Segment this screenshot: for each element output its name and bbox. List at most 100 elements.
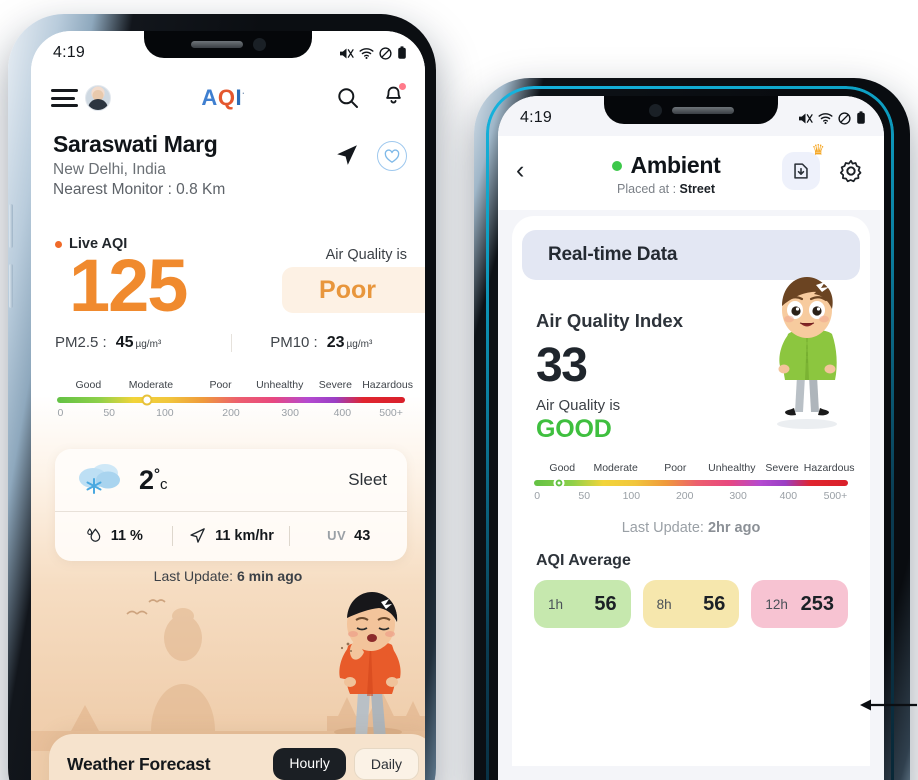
weather-card-metrics: 11 % 11 km/hr UV 43 xyxy=(55,511,407,559)
section-gap xyxy=(512,766,870,780)
notification-badge-dot xyxy=(399,82,406,90)
uv-metric: UV 43 xyxy=(290,528,407,544)
device-header: ‹ Ambient Placed at : Street ♛ xyxy=(498,136,884,210)
aqi-scale-labels: Good Moderate Poor Unhealthy Severe Haza… xyxy=(534,462,854,478)
last-update-prefix: Last Update: xyxy=(153,568,237,584)
left-phone-mockup: 4:19 AQI· Saraswati Marg New Delhi, Indi… xyxy=(8,14,436,780)
back-chevron-icon[interactable]: ‹ xyxy=(516,148,550,183)
tick-50: 50 xyxy=(578,490,591,503)
forecast-header: Weather Forecast Hourly Daily xyxy=(49,734,425,780)
search-icon[interactable] xyxy=(336,86,360,110)
volume-down-button[interactable] xyxy=(9,264,13,308)
crown-badge-icon: ♛ xyxy=(811,142,825,159)
weather-card[interactable]: 2°c Sleet 11 % 11 km/hr UV 43 xyxy=(55,449,407,561)
forecast-title: Weather Forecast xyxy=(67,753,211,774)
tick-0: 0 xyxy=(57,407,64,419)
temp-unit: c xyxy=(160,475,168,493)
last-update-value: 2hr ago xyxy=(707,520,761,537)
battery-icon xyxy=(857,111,865,124)
status-time: 4:19 xyxy=(520,109,552,126)
aqi-scale-marker xyxy=(553,477,565,489)
air-quality-value: Poor xyxy=(319,275,376,304)
favorite-button[interactable] xyxy=(377,141,407,171)
wifi-icon xyxy=(359,47,374,59)
aqi-logo: AQI· xyxy=(201,85,246,110)
pm25-value: 45 xyxy=(115,334,134,351)
tick-400: 400 xyxy=(333,407,352,419)
user-avatar[interactable] xyxy=(85,85,111,111)
tick-50: 50 xyxy=(103,407,116,419)
scale-label-poor: Poor xyxy=(664,462,687,475)
device-placed-at: Placed at : Street xyxy=(550,182,782,196)
aqi-scale-ticks: 0 50 100 200 300 400 500+ xyxy=(57,407,405,423)
humidity-drop-icon xyxy=(86,528,100,542)
pm25-label: PM2.5 : xyxy=(55,334,107,351)
location-block: Saraswati Marg New Delhi, India Nearest … xyxy=(53,131,407,199)
device-title-block: Ambient Placed at : Street xyxy=(550,148,782,196)
tick-200: 200 xyxy=(675,490,694,503)
volume-up-button[interactable] xyxy=(9,204,13,248)
aqi-average-12h[interactable]: 12h 253 xyxy=(751,580,849,629)
scale-label-unhealthy: Unhealthy xyxy=(708,462,756,475)
navigation-arrow-icon[interactable] xyxy=(333,141,361,169)
tick-100: 100 xyxy=(622,490,641,503)
wifi-icon xyxy=(818,112,833,124)
avg-period-8h: 8h xyxy=(656,596,672,612)
weather-card-top: 2°c Sleet xyxy=(55,449,407,511)
avg-value-8h: 56 xyxy=(703,592,726,615)
right-phone-mockup: 4:19 ‹ Ambient Placed at: Street ♛ Real… xyxy=(474,78,910,780)
scale-label-hazardous: Hazardous xyxy=(803,462,855,475)
app-bar-actions xyxy=(336,82,406,113)
mute-icon xyxy=(340,47,354,59)
notification-bell-wrapper[interactable] xyxy=(382,82,406,113)
tab-daily[interactable]: Daily xyxy=(353,748,419,780)
scale-label-unhealthy: Unhealthy xyxy=(256,379,304,391)
scale-label-poor: Poor xyxy=(209,379,232,391)
avg-period-12h: 12h xyxy=(765,596,788,612)
download-report-button[interactable]: ♛ xyxy=(782,143,825,190)
hamburger-menu-icon[interactable] xyxy=(51,89,78,107)
live-aqi-value: 125 xyxy=(69,244,188,327)
tick-300: 300 xyxy=(729,490,747,503)
pollutant-row: PM2.5 : 45 µg/m³ PM10 : 23 µg/m³ xyxy=(55,334,407,352)
air-quality-caption: Air Quality is xyxy=(325,247,407,263)
device-header-actions: ♛ xyxy=(782,143,864,190)
aqi-average-1h[interactable]: 1h 56 xyxy=(534,580,631,629)
weather-temperature: 2°c xyxy=(139,465,168,496)
aqi-average-title: AQI Average xyxy=(536,552,631,570)
pm10-unit: µg/m³ xyxy=(346,339,373,350)
avg-value-1h: 56 xyxy=(594,592,617,615)
location-region: New Delhi, India xyxy=(53,161,166,178)
tick-500: 500+ xyxy=(823,490,848,503)
aqi-average-row: 1h 56 8h 56 12h 253 xyxy=(512,570,870,629)
page-title: Saraswati Marg xyxy=(53,131,218,157)
aqi-scale-ticks: 0 50 100 200 300 400 500+ xyxy=(534,490,848,506)
device-online-dot xyxy=(611,160,622,171)
weather-condition: Sleet xyxy=(348,470,387,489)
last-update-prefix: Last Update: xyxy=(621,520,708,537)
left-phone-screen: 4:19 AQI· Saraswati Marg New Delhi, Indi… xyxy=(31,31,425,780)
air-quality-badge: Poor xyxy=(282,267,425,313)
pm10-value: 23 xyxy=(326,334,345,351)
do-not-disturb-icon xyxy=(379,46,392,60)
scale-label-moderate: Moderate xyxy=(128,379,174,391)
aqi-scale-bar xyxy=(57,394,405,406)
tick-300: 300 xyxy=(281,407,299,419)
aqi-scale-marker xyxy=(141,394,153,406)
tick-400: 400 xyxy=(779,490,798,503)
tick-0: 0 xyxy=(534,490,541,503)
tab-hourly[interactable]: Hourly xyxy=(273,748,346,780)
wind-metric: 11 km/hr xyxy=(173,526,290,545)
right-status-bar: 4:19 xyxy=(498,96,884,134)
aqi-section: Air Quality Index 33 Air Quality is GOOD xyxy=(512,277,870,444)
tick-500: 500+ xyxy=(379,407,403,419)
device-name-row: Ambient xyxy=(550,152,782,179)
temp-value: 2 xyxy=(139,464,155,495)
pollutant-pm10: PM10 : 23 µg/m³ xyxy=(236,334,408,352)
aqi-average-8h[interactable]: 8h 56 xyxy=(642,580,740,629)
heart-icon[interactable] xyxy=(384,148,400,164)
download-file-icon[interactable] xyxy=(790,160,812,182)
realtime-data-card: Real-time Data Air Quality Index 33 Air … xyxy=(512,216,870,780)
status-icons xyxy=(339,46,407,60)
gear-icon[interactable] xyxy=(838,158,864,184)
